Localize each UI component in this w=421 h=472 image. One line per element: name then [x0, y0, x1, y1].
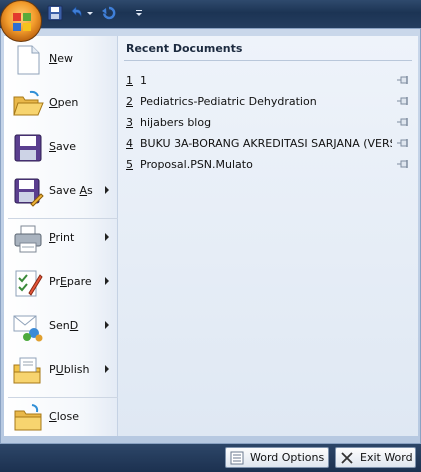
- menu-item-label: Save As: [49, 184, 93, 197]
- menu-item-new[interactable]: New: [4, 40, 118, 80]
- label-rest: blish: [63, 363, 90, 376]
- recent-document-item[interactable]: 4 BUKU 3A-BORANG AKREDITASI SARJANA (VER…: [118, 134, 416, 154]
- menu-item-label: PrEpare: [49, 275, 92, 288]
- undo-dropdown-icon[interactable]: [86, 5, 94, 21]
- mnemonic-char: N: [49, 52, 58, 65]
- publish-icon: [13, 357, 41, 384]
- options-icon: [230, 451, 244, 465]
- mnemonic-char: E: [59, 275, 67, 288]
- menu-item-print[interactable]: Print: [4, 219, 118, 259]
- submenu-arrow-icon: [105, 233, 109, 241]
- exit-word-button[interactable]: Exit Word: [335, 447, 416, 468]
- open-folder-icon: [13, 90, 44, 116]
- close-icon: [341, 452, 353, 464]
- pin-icon[interactable]: [397, 138, 411, 148]
- redo-icon[interactable]: [101, 5, 117, 21]
- pin-icon[interactable]: [397, 75, 411, 85]
- document-name: 1: [140, 74, 147, 87]
- pin-icon[interactable]: [397, 117, 411, 127]
- submenu-arrow-icon: [105, 365, 109, 373]
- menu-item-prepare[interactable]: PrEpare: [4, 263, 118, 303]
- label-rest: s: [87, 184, 93, 197]
- mnemonic-char: O: [49, 96, 58, 109]
- word-options-label: Word Options: [250, 451, 325, 464]
- save-icon[interactable]: [47, 5, 63, 21]
- label-rest: ave: [55, 140, 77, 153]
- label-rest: pen: [57, 96, 79, 109]
- menu-item-label: Print: [49, 231, 74, 244]
- menu-item-label: PUblish: [49, 363, 90, 376]
- office-logo-icon: [13, 13, 31, 31]
- label-start: Pr: [49, 275, 60, 288]
- menu-footer: Word Options Exit Word: [0, 444, 421, 472]
- document-name: Proposal.PSN.Mulato: [140, 158, 253, 171]
- label-rest: ew: [57, 52, 73, 65]
- submenu-arrow-icon: [105, 321, 109, 329]
- document-number: 1: [126, 74, 133, 87]
- new-document-icon: [17, 45, 40, 75]
- word-options-button[interactable]: Word Options: [225, 447, 329, 468]
- divider: [124, 60, 412, 61]
- office-menu: New Open Save Save As Print PrEpare SenD…: [0, 28, 421, 444]
- document-name: BUKU 3A-BORANG AKREDITASI SARJANA (VERSI…: [140, 137, 392, 150]
- document-name: hijabers blog: [140, 116, 212, 129]
- recent-document-item[interactable]: 5 Proposal.PSN.Mulato: [118, 155, 416, 175]
- menu-item-label: Close: [49, 410, 79, 423]
- menu-item-label: New: [49, 52, 73, 65]
- label-start: Save: [49, 184, 80, 197]
- label-start: P: [49, 363, 56, 376]
- document-number: 3: [126, 116, 133, 129]
- menu-item-save-as[interactable]: Save As: [4, 172, 118, 212]
- customize-toolbar-icon[interactable]: [134, 5, 144, 21]
- recent-documents-title: Recent Documents: [126, 42, 243, 55]
- document-number: 2: [126, 95, 133, 108]
- label-rest: lose: [56, 410, 79, 423]
- submenu-arrow-icon: [105, 277, 109, 285]
- mnemonic-char: D: [69, 319, 79, 332]
- send-icon: [13, 315, 43, 342]
- document-number: 4: [126, 137, 133, 150]
- recent-document-item[interactable]: 1 1: [118, 71, 416, 91]
- office-button[interactable]: [0, 0, 42, 42]
- close-folder-icon: [14, 404, 42, 431]
- mnemonic-char: U: [55, 363, 64, 376]
- quick-access-toolbar: [0, 0, 421, 28]
- document-number: 5: [126, 158, 133, 171]
- menu-item-close[interactable]: Close: [4, 398, 118, 438]
- label-start: Sen: [49, 319, 70, 332]
- save-as-icon: [14, 178, 44, 207]
- menu-commands: New Open Save Save As Print PrEpare SenD…: [4, 36, 118, 436]
- prepare-icon: [15, 270, 43, 297]
- menu-item-save[interactable]: Save: [4, 128, 118, 168]
- submenu-arrow-icon: [105, 186, 109, 194]
- floppy-disk-icon: [14, 134, 42, 162]
- menu-item-label: SenD: [49, 319, 78, 332]
- menu-item-publish[interactable]: PUblish: [4, 351, 118, 391]
- menu-item-label: Open: [49, 96, 78, 109]
- mnemonic-char: C: [49, 410, 57, 423]
- label-rest: pare: [66, 275, 92, 288]
- pin-icon[interactable]: [397, 96, 411, 106]
- mnemonic-char: S: [49, 140, 56, 153]
- exit-word-label: Exit Word: [360, 451, 413, 464]
- recent-document-item[interactable]: 3 hijabers blog: [118, 113, 416, 133]
- label-rest: rint: [55, 231, 75, 244]
- pin-icon[interactable]: [397, 159, 411, 169]
- menu-item-label: Save: [49, 140, 76, 153]
- printer-icon: [14, 225, 42, 253]
- undo-icon[interactable]: [68, 5, 84, 21]
- document-name: Pediatrics-Pediatric Dehydration: [140, 95, 317, 108]
- menu-item-send[interactable]: SenD: [4, 307, 118, 347]
- mnemonic-char: A: [79, 184, 88, 197]
- menu-item-open[interactable]: Open: [4, 84, 118, 124]
- recent-documents-pane: Recent Documents 1 1 2 Pediatrics-Pediat…: [118, 36, 418, 436]
- recent-document-item[interactable]: 2 Pediatrics-Pediatric Dehydration: [118, 92, 416, 112]
